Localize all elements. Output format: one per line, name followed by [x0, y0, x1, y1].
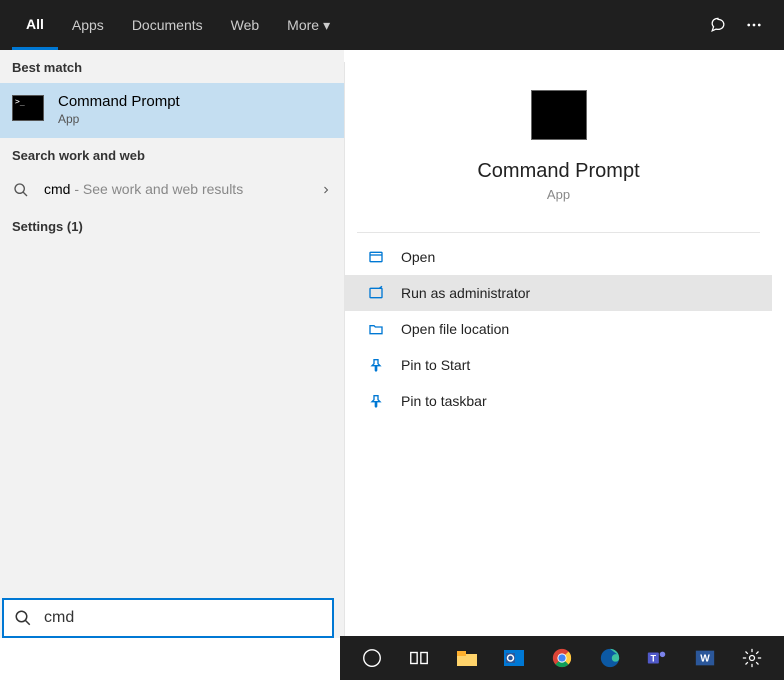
tab-more[interactable]: More ▾	[273, 0, 344, 50]
edge-icon[interactable]	[586, 636, 634, 680]
chrome-icon[interactable]	[538, 636, 586, 680]
search-scope-tabs: All Apps Documents Web More ▾	[0, 0, 784, 50]
web-search-suggestion[interactable]: cmd - See work and web results	[0, 171, 344, 209]
outlook-icon[interactable]	[491, 636, 539, 680]
action-pin-taskbar-label: Pin to taskbar	[401, 393, 487, 409]
action-run-admin[interactable]: Run as administrator	[345, 275, 772, 311]
action-pin-start[interactable]: Pin to Start	[345, 347, 772, 383]
action-run-admin-label: Run as administrator	[401, 285, 530, 301]
chevron-down-icon: ▾	[323, 17, 330, 34]
preview-title: Command Prompt	[357, 160, 760, 183]
svg-text:W: W	[700, 654, 710, 665]
tab-more-label: More	[287, 17, 319, 33]
ellipsis-icon[interactable]	[736, 7, 772, 43]
web-search-hint: - See work and web results	[70, 181, 243, 197]
word-icon[interactable]: W	[681, 636, 729, 680]
search-icon	[12, 181, 30, 199]
cortana-icon[interactable]	[348, 636, 396, 680]
action-open[interactable]: Open	[345, 239, 772, 275]
pin-icon	[367, 356, 385, 374]
search-input-bar[interactable]	[2, 598, 334, 638]
tab-documents[interactable]: Documents	[118, 0, 217, 50]
preview-panel: Command Prompt App Open Run as administr…	[344, 62, 772, 638]
best-match-title: Command Prompt	[58, 93, 180, 110]
tab-web[interactable]: Web	[217, 0, 274, 50]
open-icon	[367, 248, 385, 266]
settings-header[interactable]: Settings (1)	[0, 209, 344, 244]
best-match-header: Best match	[0, 50, 344, 83]
settings-icon[interactable]	[729, 636, 777, 680]
action-pin-start-label: Pin to Start	[401, 357, 470, 373]
best-match-result[interactable]: Command Prompt App	[0, 83, 344, 138]
svg-text:T: T	[651, 654, 657, 664]
pin-icon	[367, 392, 385, 410]
task-view-icon[interactable]	[396, 636, 444, 680]
search-icon	[14, 609, 32, 627]
file-explorer-icon[interactable]	[443, 636, 491, 680]
chevron-right-icon	[320, 184, 332, 196]
action-open-location-label: Open file location	[401, 321, 509, 337]
web-search-query: cmd	[44, 181, 70, 197]
feedback-icon[interactable]	[700, 7, 736, 43]
cmd-prompt-icon	[12, 95, 44, 121]
shield-icon	[367, 284, 385, 302]
teams-icon[interactable]: T	[633, 636, 681, 680]
tab-all[interactable]: All	[12, 0, 58, 50]
taskbar: T W	[340, 636, 784, 680]
folder-icon	[367, 320, 385, 338]
results-panel: Best match Command Prompt App Search wor…	[0, 50, 344, 638]
action-open-label: Open	[401, 249, 435, 265]
search-input[interactable]	[44, 609, 322, 627]
preview-subtitle: App	[357, 187, 760, 202]
divider	[357, 232, 760, 233]
best-match-subtitle: App	[58, 112, 180, 126]
action-open-location[interactable]: Open file location	[345, 311, 772, 347]
preview-app-icon	[531, 90, 587, 140]
action-pin-taskbar[interactable]: Pin to taskbar	[345, 383, 772, 419]
tab-apps[interactable]: Apps	[58, 0, 118, 50]
search-web-header: Search work and web	[0, 138, 344, 171]
